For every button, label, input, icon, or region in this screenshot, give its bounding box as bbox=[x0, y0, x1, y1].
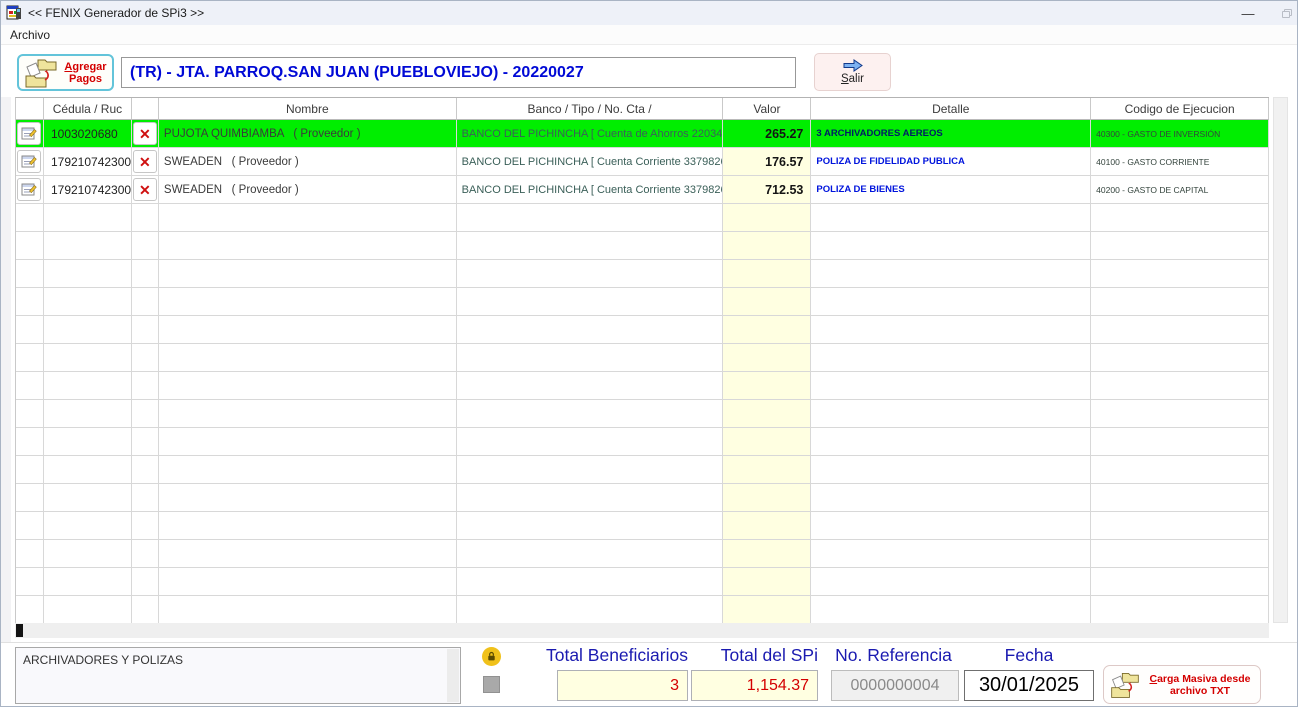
title-bar: << FENIX Generador de SPi3 >> — bbox=[1, 1, 1297, 25]
total-spi-field: 1,154.37 bbox=[691, 670, 818, 701]
minimize-icon[interactable]: — bbox=[1233, 1, 1263, 25]
header-banco: Banco / Tipo / No. Cta / bbox=[456, 98, 724, 120]
cell-banco: BANCO DEL PICHINCHA [ Cuenta Corriente 3… bbox=[456, 176, 724, 204]
no-referencia-label: No. Referencia bbox=[835, 645, 952, 665]
header-detalle: Detalle bbox=[811, 98, 1092, 120]
edit-row-button[interactable] bbox=[17, 122, 42, 145]
delete-row-button[interactable]: ✕ bbox=[132, 122, 157, 145]
carga-masiva-button[interactable]: Carga Masiva desde archivo TXT bbox=[1103, 665, 1261, 704]
table-row-empty bbox=[16, 372, 1270, 400]
cell-nombre: SWEADEN ( Proveedor ) bbox=[158, 176, 457, 204]
salir-label: Salir bbox=[840, 73, 864, 85]
agregar-label-line2: Pagos bbox=[68, 72, 102, 85]
restore-icon[interactable] bbox=[1275, 1, 1297, 25]
window-left-gutter bbox=[1, 97, 11, 706]
header-nombre: Nombre bbox=[158, 98, 457, 120]
delete-row-button[interactable]: ✕ bbox=[132, 178, 157, 201]
total-spi-label: Total del SPi bbox=[720, 645, 818, 665]
menu-bar: Archivo bbox=[1, 25, 1297, 45]
status-square bbox=[483, 676, 500, 693]
table-row[interactable]: 1792107423001 ✕ SWEADEN ( Proveedor ) BANCO… bbox=[16, 176, 1270, 204]
grid-body: 1003020680 ✕ PUJOTA QUIMBIAMBA ( Proveedor… bbox=[16, 120, 1270, 624]
header-edit bbox=[16, 98, 44, 120]
table-row-empty bbox=[16, 484, 1270, 512]
fecha-label: Fecha bbox=[1004, 645, 1054, 665]
header-codigo: Codigo de Ejecucion bbox=[1091, 98, 1270, 120]
edit-row-button[interactable] bbox=[17, 150, 42, 173]
descripcion-scrollbar[interactable] bbox=[447, 649, 459, 702]
table-row-empty bbox=[16, 456, 1270, 484]
padlock-icon bbox=[488, 651, 495, 661]
total-beneficiarios-field: 3 bbox=[557, 670, 688, 701]
header-delete bbox=[131, 98, 159, 120]
cell-codigo: 40200 - GASTO DE CAPITAL bbox=[1091, 176, 1270, 204]
fecha-field[interactable]: 30/01/2025 bbox=[964, 670, 1094, 701]
red-x-icon: ✕ bbox=[139, 125, 151, 142]
cell-banco: BANCO DEL PICHINCHA [ Cuenta de Ahorros … bbox=[456, 120, 724, 148]
cell-codigo: 40100 - GASTO CORRIENTE bbox=[1091, 148, 1270, 176]
cell-detalle: 3 ARCHIVADORES AEREOS bbox=[811, 120, 1092, 148]
cell-codigo: 40300 - GASTO DE INVERSIÓN bbox=[1091, 120, 1270, 148]
table-row-empty bbox=[16, 260, 1270, 288]
red-x-icon: ✕ bbox=[139, 153, 151, 170]
table-row-empty bbox=[16, 232, 1270, 260]
cell-cedula: 1792107423001 bbox=[43, 176, 132, 204]
edit-form-icon bbox=[21, 127, 38, 140]
menu-archivo[interactable]: Archivo bbox=[1, 28, 59, 42]
fenix-app-icon bbox=[6, 5, 21, 20]
table-row-empty bbox=[16, 204, 1270, 232]
hscroll-thumb[interactable] bbox=[16, 624, 23, 637]
descripcion-textarea[interactable]: ARCHIVADORES Y POLIZAS bbox=[15, 647, 461, 704]
table-row-empty bbox=[16, 568, 1270, 596]
toolbar: Agregar Pagos (TR) - JTA. PARROQ.SAN JUA… bbox=[1, 46, 1297, 97]
cell-cedula: 1003020680 bbox=[43, 120, 132, 148]
header-cedula: Cédula / Ruc bbox=[43, 98, 132, 120]
footer-panel: ARCHIVADORES Y POLIZAS Total Beneficiari… bbox=[1, 642, 1297, 706]
cell-detalle: POLIZA DE BIENES bbox=[811, 176, 1092, 204]
table-row-empty bbox=[16, 400, 1270, 428]
cell-nombre: SWEADEN ( Proveedor ) bbox=[158, 148, 457, 176]
salir-button[interactable]: Salir bbox=[814, 53, 891, 91]
edit-form-icon bbox=[21, 155, 38, 168]
cell-valor: 265.27 bbox=[723, 120, 812, 148]
table-row-empty bbox=[16, 512, 1270, 540]
delete-row-button[interactable]: ✕ bbox=[132, 150, 157, 173]
cell-nombre: PUJOTA QUIMBIAMBA ( Proveedor ) bbox=[158, 120, 457, 148]
cell-valor: 712.53 bbox=[723, 176, 812, 204]
total-beneficiarios-label: Total Beneficiarios bbox=[545, 645, 688, 665]
no-referencia-field: 0000000004 bbox=[831, 670, 959, 701]
carga-label-line2: archivo TXT bbox=[1169, 684, 1231, 697]
table-row-empty bbox=[16, 288, 1270, 316]
load-folders-icon bbox=[1111, 672, 1139, 698]
edit-form-icon bbox=[21, 183, 38, 196]
exit-arrow-icon bbox=[843, 59, 863, 72]
table-row[interactable]: 1792107423001 ✕ SWEADEN ( Proveedor ) BANCO… bbox=[16, 148, 1270, 176]
payments-grid: Cédula / Ruc Nombre Banco / Tipo / No. C… bbox=[15, 97, 1270, 624]
grid-horizontal-scrollbar[interactable] bbox=[15, 623, 1269, 638]
header-valor: Valor bbox=[723, 98, 812, 120]
window-title: << FENIX Generador de SPi3 >> bbox=[28, 6, 205, 20]
red-x-icon: ✕ bbox=[139, 181, 151, 198]
cell-banco: BANCO DEL PICHINCHA [ Cuenta Corriente 3… bbox=[456, 148, 724, 176]
table-row[interactable]: 1003020680 ✕ PUJOTA QUIMBIAMBA ( Proveedor… bbox=[16, 120, 1270, 148]
edit-row-button[interactable] bbox=[17, 178, 42, 201]
add-payments-folders-icon bbox=[25, 59, 57, 87]
table-row-empty bbox=[16, 428, 1270, 456]
table-row-empty bbox=[16, 344, 1270, 372]
table-row-empty bbox=[16, 596, 1270, 624]
lock-button[interactable] bbox=[482, 647, 501, 666]
batch-title-field[interactable]: (TR) - JTA. PARROQ.SAN JUAN (PUEBLOVIEJO… bbox=[121, 57, 796, 88]
table-row-empty bbox=[16, 316, 1270, 344]
agregar-label-line1: Agregar bbox=[64, 60, 107, 73]
table-row-empty bbox=[16, 540, 1270, 568]
descripcion-text: ARCHIVADORES Y POLIZAS bbox=[23, 653, 184, 667]
agregar-pagos-button[interactable]: Agregar Pagos bbox=[17, 54, 114, 91]
cell-detalle: POLIZA DE FIDELIDAD PUBLICA bbox=[811, 148, 1092, 176]
cell-cedula: 1792107423001 bbox=[43, 148, 132, 176]
app-window: << FENIX Generador de SPi3 >> — Archivo … bbox=[0, 0, 1298, 707]
grid-vertical-scrollbar[interactable] bbox=[1273, 97, 1288, 623]
carga-label-line1: Carga Masiva desde bbox=[1149, 672, 1251, 685]
grid-header: Cédula / Ruc Nombre Banco / Tipo / No. C… bbox=[16, 98, 1270, 120]
cell-valor: 176.57 bbox=[723, 148, 812, 176]
